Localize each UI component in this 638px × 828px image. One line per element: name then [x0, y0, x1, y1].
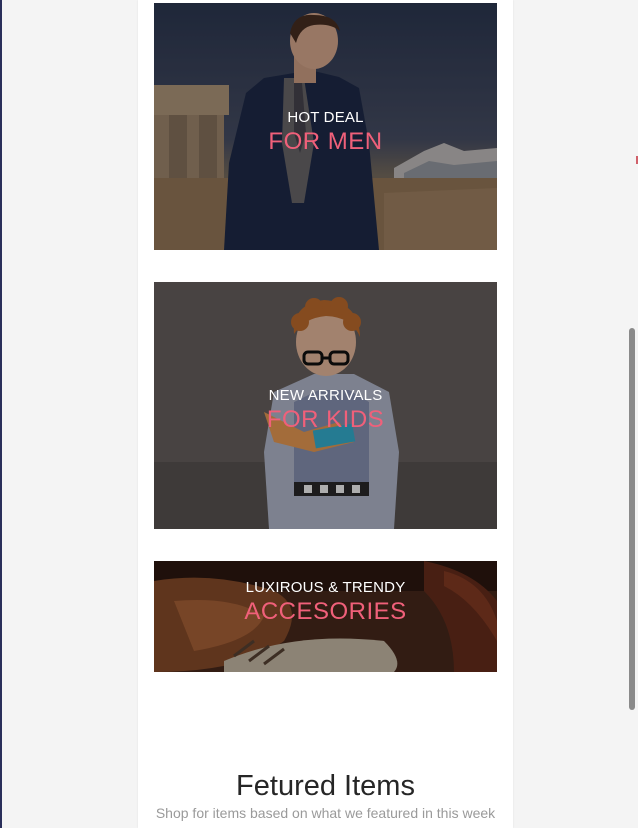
- page-content: HOT DEAL FOR MEN NEW ARRIVALS FOR KIDS L…: [138, 0, 513, 828]
- banner-for-men[interactable]: HOT DEAL FOR MEN: [154, 3, 497, 250]
- banner-kicker: HOT DEAL: [287, 109, 364, 126]
- banner-for-kids[interactable]: NEW ARRIVALS FOR KIDS: [154, 282, 497, 529]
- banner-headline[interactable]: FOR KIDS: [154, 406, 497, 434]
- banner-caption: LUXIROUS & TRENDY ACCESORIES: [154, 579, 497, 626]
- featured-items-subtitle: Shop for items based on what we featured…: [155, 805, 496, 821]
- featured-items-title: Fetured Items: [236, 770, 415, 802]
- banner-accessories[interactable]: LUXIROUS & TRENDY ACCESORIES: [154, 561, 497, 672]
- window-left-edge: [0, 0, 2, 828]
- banner-headline[interactable]: FOR MEN: [154, 128, 497, 156]
- banner-kicker: LUXIROUS & TRENDY: [245, 579, 406, 596]
- scrollbar-thumb[interactable]: [629, 328, 635, 710]
- page-scrollbar[interactable]: [628, 0, 636, 828]
- banner-kicker: NEW ARRIVALS: [268, 387, 383, 404]
- banner-headline[interactable]: ACCESORIES: [154, 598, 497, 626]
- banner-caption: NEW ARRIVALS FOR KIDS: [154, 387, 497, 434]
- banner-caption: HOT DEAL FOR MEN: [154, 109, 497, 156]
